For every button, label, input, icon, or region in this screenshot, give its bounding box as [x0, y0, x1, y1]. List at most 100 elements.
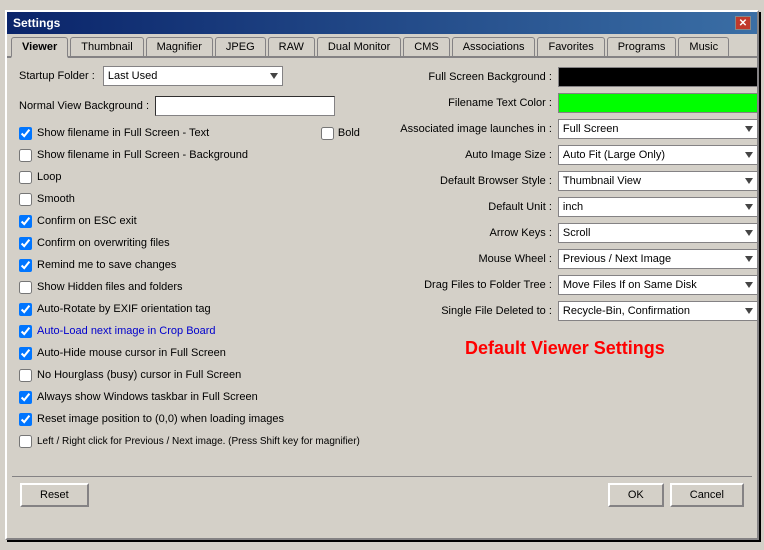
tab-programs[interactable]: Programs: [607, 37, 677, 56]
mouse-wheel-label: Mouse Wheel :: [372, 253, 552, 265]
tab-viewer[interactable]: Viewer: [11, 37, 68, 58]
cb-reset-position-input[interactable]: [19, 413, 32, 426]
main-content: Startup Folder : Last Used My Documents …: [7, 58, 757, 458]
cb-no-hourglass-input[interactable]: [19, 369, 32, 382]
startup-folder-row: Startup Folder : Last Used My Documents …: [19, 66, 360, 86]
cb-left-right-click-input[interactable]: [19, 435, 32, 448]
bold-label: Bold: [338, 127, 360, 139]
cb-show-filename-bg: Show filename in Full Screen - Backgroun…: [19, 146, 360, 164]
cb-auto-rotate: Auto-Rotate by EXIF orientation tag: [19, 300, 360, 318]
default-browser-style-row: Default Browser Style : Thumbnail View L…: [372, 170, 758, 192]
default-browser-style-label: Default Browser Style :: [372, 175, 552, 187]
cb-reset-position-label: Reset image position to (0,0) when loadi…: [37, 413, 284, 425]
tab-raw[interactable]: RAW: [268, 37, 315, 56]
bold-checkbox[interactable]: [321, 127, 334, 140]
reset-button[interactable]: Reset: [20, 483, 89, 507]
cb-show-taskbar-label: Always show Windows taskbar in Full Scre…: [37, 391, 258, 403]
drag-files-label: Drag Files to Folder Tree :: [372, 279, 552, 291]
cb-reset-position: Reset image position to (0,0) when loadi…: [19, 410, 360, 428]
cb-no-hourglass-label: No Hourglass (busy) cursor in Full Scree…: [37, 369, 241, 381]
startup-folder-label: Startup Folder :: [19, 70, 95, 82]
auto-image-size-label: Auto Image Size :: [372, 149, 552, 161]
tab-cms[interactable]: CMS: [403, 37, 449, 56]
cb-show-filename-bg-input[interactable]: [19, 149, 32, 162]
mouse-wheel-select[interactable]: Previous / Next Image Zoom In/Out Scroll: [558, 249, 758, 269]
arrow-keys-select[interactable]: Scroll Next/Previous Image: [558, 223, 758, 243]
full-screen-bg-row: Full Screen Background :: [372, 66, 758, 88]
cb-loop-input[interactable]: [19, 171, 32, 184]
cb-auto-hide-cursor-input[interactable]: [19, 347, 32, 360]
cb-auto-rotate-label: Auto-Rotate by EXIF orientation tag: [37, 303, 211, 315]
associated-launches-label: Associated image launches in :: [372, 123, 552, 135]
ok-button[interactable]: OK: [608, 483, 664, 507]
two-column-layout: Startup Folder : Last Used My Documents …: [19, 66, 745, 450]
settings-window: Settings ✕ Viewer Thumbnail Magnifier JP…: [5, 10, 759, 540]
tab-jpeg[interactable]: JPEG: [215, 37, 266, 56]
auto-image-size-select[interactable]: Auto Fit (Large Only) Auto Fit Original …: [558, 145, 758, 165]
associated-launches-row: Associated image launches in : Full Scre…: [372, 118, 758, 140]
cb-show-hidden-input[interactable]: [19, 281, 32, 294]
cb-confirm-esc-input[interactable]: [19, 215, 32, 228]
arrow-keys-label: Arrow Keys :: [372, 227, 552, 239]
window-inner: Viewer Thumbnail Magnifier JPEG RAW Dual…: [7, 34, 757, 538]
tab-magnifier[interactable]: Magnifier: [146, 37, 213, 56]
single-file-deleted-label: Single File Deleted to :: [372, 305, 552, 317]
cb-auto-hide-cursor-label: Auto-Hide mouse cursor in Full Screen: [37, 347, 226, 359]
tab-dual-monitor[interactable]: Dual Monitor: [317, 37, 401, 56]
cb-smooth-label: Smooth: [37, 193, 75, 205]
tab-associations[interactable]: Associations: [452, 37, 536, 56]
cb-remind-save: Remind me to save changes: [19, 256, 360, 274]
close-button[interactable]: ✕: [735, 16, 751, 30]
cb-show-hidden-label: Show Hidden files and folders: [37, 281, 183, 293]
cancel-button[interactable]: Cancel: [670, 483, 744, 507]
cb-auto-rotate-input[interactable]: [19, 303, 32, 316]
cb-remind-save-input[interactable]: [19, 259, 32, 272]
single-file-deleted-row: Single File Deleted to : Recycle-Bin, Co…: [372, 300, 758, 322]
cb-left-right-click-label: Left / Right click for Previous / Next i…: [37, 436, 360, 447]
associated-launches-select[interactable]: Full Screen Normal View: [558, 119, 758, 139]
cb-show-taskbar-input[interactable]: [19, 391, 32, 404]
normal-bg-color[interactable]: [155, 96, 335, 116]
cb-loop-label: Loop: [37, 171, 61, 183]
cb-auto-load-crop-label: Auto-Load next image in Crop Board: [37, 325, 216, 337]
default-viewer-text: Default Viewer Settings: [465, 338, 665, 358]
tab-thumbnail[interactable]: Thumbnail: [70, 37, 143, 56]
cb-show-filename-bg-label: Show filename in Full Screen - Backgroun…: [37, 149, 248, 161]
cb-show-filename-text-label: Show filename in Full Screen - Text: [37, 127, 209, 139]
cb-auto-load-crop: Auto-Load next image in Crop Board: [19, 322, 360, 340]
cb-smooth: Smooth: [19, 190, 360, 208]
single-file-deleted-select[interactable]: Recycle-Bin, Confirmation Recycle-Bin De…: [558, 301, 758, 321]
drag-files-row: Drag Files to Folder Tree : Move Files I…: [372, 274, 758, 296]
cb-confirm-overwrite-input[interactable]: [19, 237, 32, 250]
cb-auto-hide-cursor: Auto-Hide mouse cursor in Full Screen: [19, 344, 360, 362]
cb-smooth-input[interactable]: [19, 193, 32, 206]
drag-files-select[interactable]: Move Files If on Same Disk Copy Files As…: [558, 275, 758, 295]
tab-music[interactable]: Music: [678, 37, 729, 56]
full-screen-bg-color[interactable]: [558, 67, 758, 87]
default-browser-style-select[interactable]: Thumbnail View List View: [558, 171, 758, 191]
cb-no-hourglass: No Hourglass (busy) cursor in Full Scree…: [19, 366, 360, 384]
cb-confirm-overwrite-label: Confirm on overwriting files: [37, 237, 170, 249]
left-section: Startup Folder : Last Used My Documents …: [19, 66, 360, 450]
tab-favorites[interactable]: Favorites: [537, 37, 604, 56]
filename-text-color-row: Filename Text Color :: [372, 92, 758, 114]
window-title: Settings: [13, 16, 60, 30]
cb-auto-load-crop-input[interactable]: [19, 325, 32, 338]
auto-image-size-row: Auto Image Size : Auto Fit (Large Only) …: [372, 144, 758, 166]
bottom-bar: Reset OK Cancel: [12, 476, 752, 513]
cb-left-right-click: Left / Right click for Previous / Next i…: [19, 432, 360, 450]
cb-confirm-esc: Confirm on ESC exit: [19, 212, 360, 230]
filename-text-color[interactable]: [558, 93, 758, 113]
arrow-keys-row: Arrow Keys : Scroll Next/Previous Image: [372, 222, 758, 244]
normal-bg-row: Normal View Background :: [19, 96, 360, 116]
cb-show-hidden: Show Hidden files and folders: [19, 278, 360, 296]
full-screen-bg-label: Full Screen Background :: [372, 71, 552, 83]
cb-remind-save-label: Remind me to save changes: [37, 259, 176, 271]
filename-text-color-label: Filename Text Color :: [372, 97, 552, 109]
startup-folder-select[interactable]: Last Used My Documents Desktop: [103, 66, 283, 86]
default-viewer-container: Default Viewer Settings: [372, 338, 758, 359]
title-bar: Settings ✕: [7, 12, 757, 34]
cb-show-filename-text-input[interactable]: [19, 127, 32, 140]
default-unit-row: Default Unit : inch cm pixel: [372, 196, 758, 218]
default-unit-select[interactable]: inch cm pixel: [558, 197, 758, 217]
